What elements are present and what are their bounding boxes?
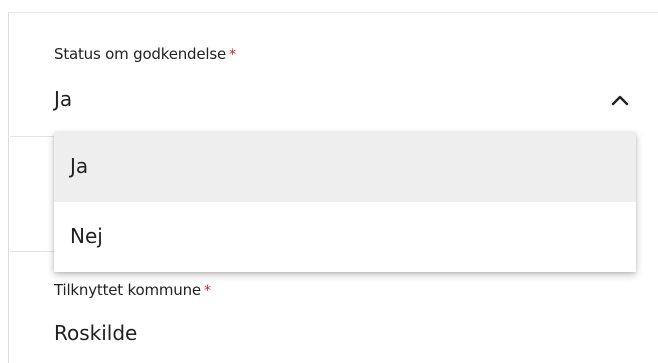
field-divider: [10, 136, 54, 137]
required-marker: *: [229, 47, 236, 63]
dropdown-option-nej[interactable]: Nej: [54, 202, 636, 272]
option-label: Nej: [70, 224, 103, 248]
dropdown-option-ja[interactable]: Ja: [54, 132, 636, 202]
status-label: Status om godkendelse *: [54, 45, 634, 63]
status-select[interactable]: Status om godkendelse * Ja: [54, 45, 634, 111]
kommune-value: Roskilde: [54, 321, 138, 345]
kommune-label: Tilknyttet kommune *: [54, 281, 211, 299]
option-label: Ja: [70, 154, 89, 178]
form-panel: Status om godkendelse * Ja Ja Nej Tilknyt…: [0, 0, 658, 363]
field-divider: [10, 251, 54, 252]
status-selected-value: Ja: [54, 87, 73, 111]
panel-border: [8, 12, 658, 13]
status-label-text: Status om godkendelse: [54, 45, 226, 63]
kommune-label-text: Tilknyttet kommune: [54, 281, 201, 299]
status-dropdown-menu: Ja Nej: [54, 132, 636, 272]
panel-border: [8, 12, 9, 363]
required-marker: *: [203, 283, 211, 299]
kommune-field[interactable]: Tilknyttet kommune * Roskilde: [54, 281, 211, 345]
chevron-up-icon[interactable]: [610, 92, 630, 108]
